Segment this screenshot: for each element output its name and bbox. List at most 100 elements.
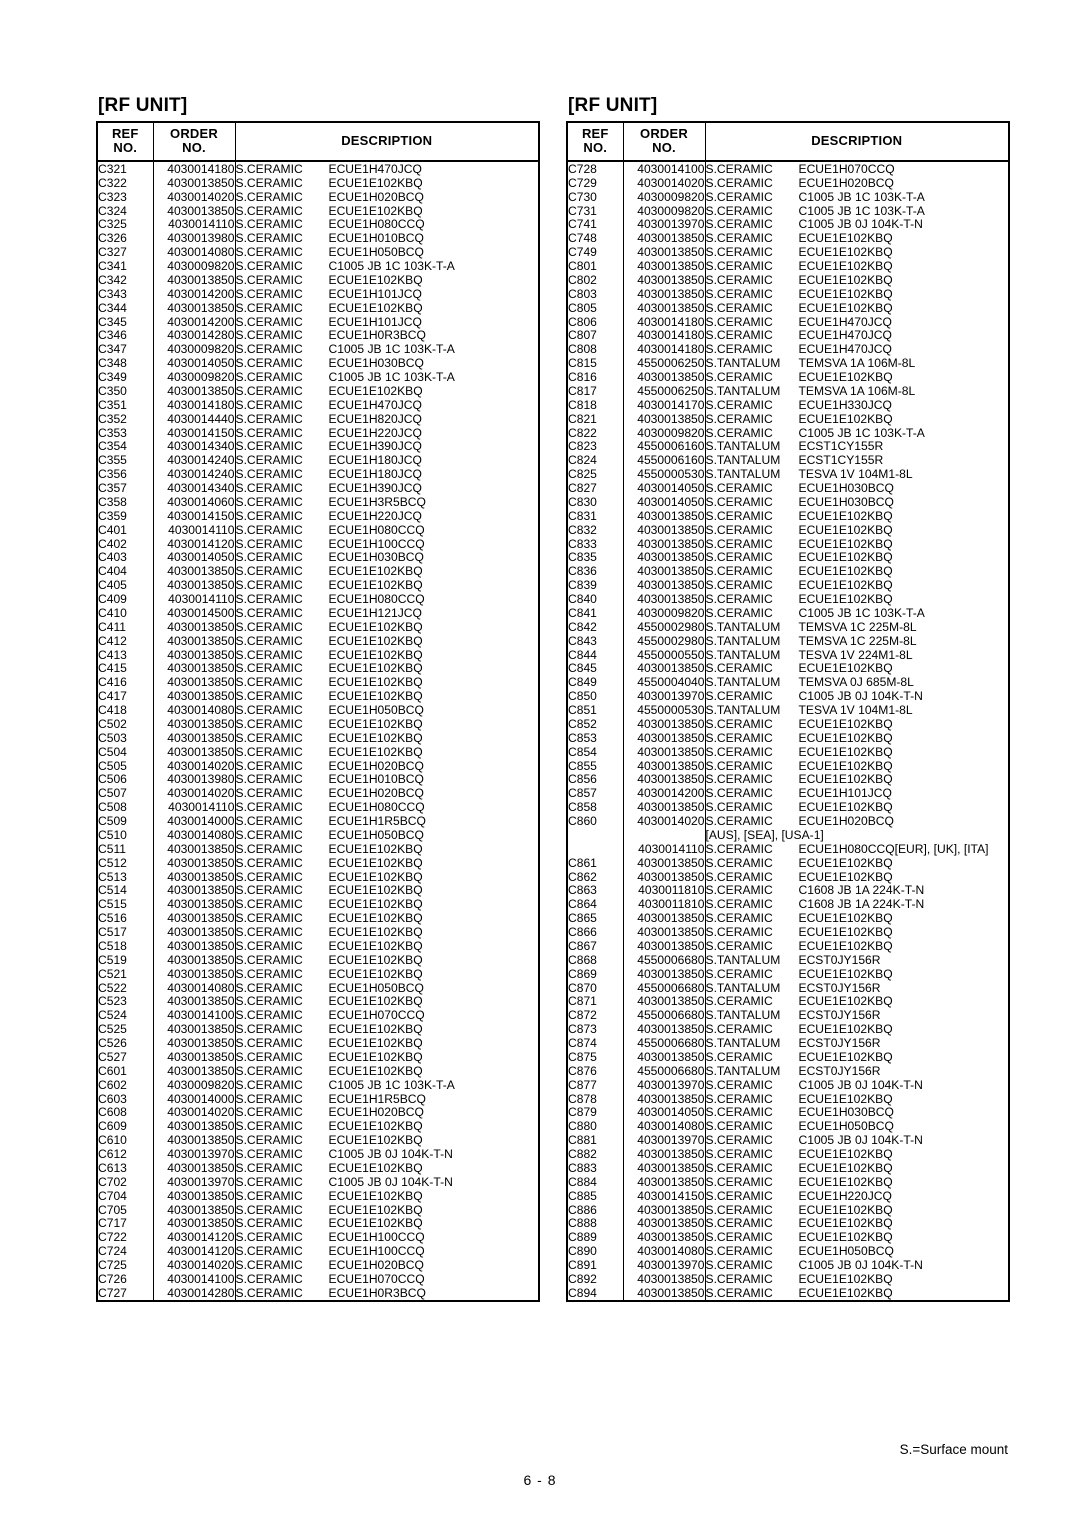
order-no-cell: 4030014050 xyxy=(153,550,236,565)
left-table-body: C321 4030014180 S.CERAMIC ECUE1H470JCQ C322 4… xyxy=(97,161,539,1301)
order-no-cell: 4030013980 xyxy=(153,772,236,787)
table-row: C516 4030013850 S.CERAMIC ECUE1E102KBQ xyxy=(97,911,539,926)
component-value: ECUE1H470JCQ xyxy=(798,342,892,357)
description-cell: S.CERAMIC ECUE1H050BCQ xyxy=(705,1119,1009,1133)
component-value: ECUE1H020BCQ xyxy=(798,175,894,190)
component-type: S.CERAMIC xyxy=(235,217,303,232)
ref-no-cell: C741 xyxy=(567,217,624,232)
component-value: ECUE1H080CCQ xyxy=(328,800,425,815)
description-cell: S.CERAMIC ECUE1E102KBQ xyxy=(235,689,539,703)
header-description: DESCRIPTION xyxy=(705,121,1009,163)
ref-no-cell: C860 xyxy=(567,814,624,828)
description-cell: S.CERAMIC ECUE1E102KBQ xyxy=(705,745,1009,759)
component-type: S.CERAMIC xyxy=(705,1160,773,1175)
ref-no-cell: C609 xyxy=(97,1119,154,1134)
table-row: C881 4030013970 S.CERAMIC C1005 JB 0J 104K-… xyxy=(567,1133,1009,1148)
ref-no-cell: C613 xyxy=(97,1161,154,1175)
component-type: S.CERAMIC xyxy=(235,633,303,648)
ref-no-cell: C830 xyxy=(567,495,624,509)
ref-no-cell: C730 xyxy=(567,189,624,204)
component-value: ECUE1E102KBQ xyxy=(328,938,423,953)
ref-no-cell: C816 xyxy=(567,370,624,384)
table-row: C524 4030014100 S.CERAMIC ECUE1H070CCQ xyxy=(97,1008,539,1023)
component-value: TEMSVA 1C 225M-8L xyxy=(798,633,917,648)
table-row: C843 4550002980 S.TANTALUM TEMSVA 1C 225M-8… xyxy=(567,633,1009,648)
order-no-cell: 4030014050 xyxy=(623,1105,706,1120)
component-type: S.CERAMIC xyxy=(705,938,773,953)
component-type: S.CERAMIC xyxy=(705,786,773,801)
order-no-cell: 4030014340 xyxy=(153,439,236,454)
order-no-cell: 4030014020 xyxy=(153,189,236,204)
table-row: C889 4030013850 S.CERAMIC ECUE1E102KBQ xyxy=(567,1230,1009,1245)
ref-no-cell: C518 xyxy=(97,939,154,953)
component-type: S.CERAMIC xyxy=(235,758,303,773)
order-no-cell: 4550006680 xyxy=(623,1063,706,1078)
component-value: ECUE1E102KBQ xyxy=(798,994,893,1009)
description-cell: S.CERAMIC ECUE1E102KBQ xyxy=(705,1050,1009,1064)
component-value: ECUE1E102KBQ xyxy=(798,536,893,551)
description-cell: S.CERAMIC ECUE1E102KBQ xyxy=(705,925,1009,939)
component-type: S.CERAMIC xyxy=(235,1202,303,1217)
table-row: C749 4030013850 S.CERAMIC ECUE1E102KBQ xyxy=(567,245,1009,260)
component-value: ECUE1E102KBQ xyxy=(798,1230,893,1245)
ref-no-cell: C524 xyxy=(97,1008,154,1023)
component-type: S.CERAMIC xyxy=(705,1244,773,1259)
component-type: S.CERAMIC xyxy=(705,564,773,579)
component-value: C1005 JB 1C 103K-T-A xyxy=(798,605,925,620)
order-no-cell: 4030013850 xyxy=(153,384,236,398)
order-no-cell: 4030014080 xyxy=(623,1244,706,1259)
table-row: C608 4030014020 S.CERAMIC ECUE1H020BCQ xyxy=(97,1105,539,1120)
component-type: S.CERAMIC xyxy=(235,189,303,204)
description-cell: S.CERAMIC C1005 JB 0J 104K-T-N xyxy=(705,1258,1009,1272)
component-value: C1005 JB 0J 104K-T-N xyxy=(328,1147,453,1162)
component-value: ECUE1E102KBQ xyxy=(328,619,423,634)
component-type: S.CERAMIC xyxy=(705,259,773,274)
order-no-cell: 4030013850 xyxy=(623,300,706,315)
table-row: C888 4030013850 S.CERAMIC ECUE1E102KBQ xyxy=(567,1216,1009,1231)
table-row: C836 4030013850 S.CERAMIC ECUE1E102KBQ xyxy=(567,564,1009,579)
component-type: S.CERAMIC xyxy=(705,231,773,246)
order-no-cell: 4030014500 xyxy=(153,606,236,620)
ref-no-cell: C806 xyxy=(567,314,624,329)
order-no-cell: 4030014110 xyxy=(153,522,236,537)
component-value: ECUE1E102KBQ xyxy=(328,564,423,579)
table-row: C513 4030013850 S.CERAMIC ECUE1E102KBQ xyxy=(97,869,539,884)
table-row: C525 4030013850 S.CERAMIC ECUE1E102KBQ xyxy=(97,1022,539,1037)
component-type: S.CERAMIC xyxy=(235,744,303,759)
ref-no-cell: C850 xyxy=(567,689,624,704)
component-value: C1005 JB 1C 103K-T-A xyxy=(328,370,455,385)
order-no-cell: 4030014080 xyxy=(623,1119,706,1134)
description-cell: S.CERAMIC ECUE1E102KBQ xyxy=(235,1036,539,1050)
order-no-cell: 4030013850 xyxy=(153,619,236,634)
ref-no-cell: C843 xyxy=(567,633,624,648)
ref-no-cell: C817 xyxy=(567,384,624,398)
description-cell: S.CERAMIC ECUE1E102KBQ xyxy=(705,1092,1009,1106)
component-value: ECUE1E102KBQ xyxy=(798,1174,893,1189)
ref-no-cell: C347 xyxy=(97,342,154,357)
component-value: ECUE1E102KBQ xyxy=(798,1160,893,1175)
order-no-cell: 4030013850 xyxy=(153,647,236,662)
table-row: C346 4030014280 S.CERAMIC ECUE1H0R3BCQ xyxy=(97,328,539,343)
ref-no-cell: C726 xyxy=(97,1272,154,1286)
component-value: ECUE1E102KBQ xyxy=(328,1133,423,1148)
order-no-cell: 4550004040 xyxy=(623,675,706,690)
component-type: S.CERAMIC xyxy=(235,494,303,509)
component-type: S.CERAMIC xyxy=(705,161,773,176)
description-cell: S.CERAMIC ECUE1E102KBQ xyxy=(235,1161,539,1175)
ref-no-cell: C876 xyxy=(567,1063,624,1078)
component-type: S.CERAMIC xyxy=(235,1105,303,1120)
order-no-cell: 4030013850 xyxy=(623,925,706,939)
ref-no-cell: C527 xyxy=(97,1050,154,1064)
description-cell: S.CERAMIC ECUE1E102KBQ xyxy=(705,412,1009,426)
order-no-cell: 4030013970 xyxy=(623,689,706,704)
ref-no-cell: C883 xyxy=(567,1161,624,1175)
component-type: S.CERAMIC xyxy=(705,661,773,676)
ref-no-cell: C603 xyxy=(97,1091,154,1106)
component-type: S.CERAMIC xyxy=(705,883,773,898)
ref-no-cell: C412 xyxy=(97,633,154,648)
component-type: S.CERAMIC xyxy=(705,869,773,884)
region-note-cell: [AUS], [SEA], [USA-1] xyxy=(705,828,1009,842)
ref-no-cell: C874 xyxy=(567,1036,624,1050)
order-no-cell: 4030013970 xyxy=(623,1077,706,1092)
header-description: DESCRIPTION xyxy=(235,121,539,163)
